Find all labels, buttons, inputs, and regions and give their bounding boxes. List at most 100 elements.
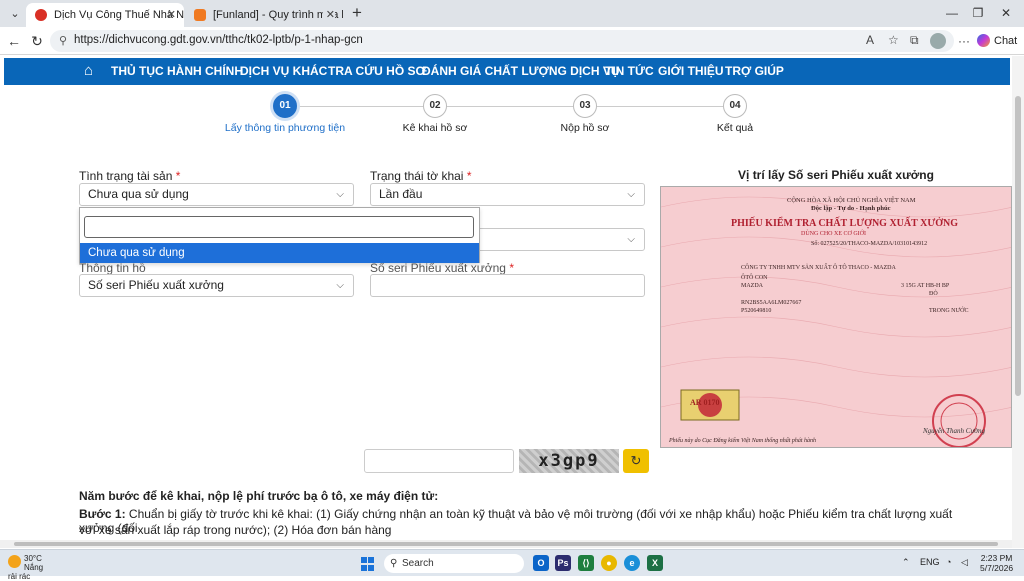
profile-avatar[interactable]: [930, 33, 946, 49]
tab-title: Dịch Vụ Công Thuế Nhà Nước: [54, 9, 184, 21]
cert-manufacturer: CÔNG TY TNHH MTV SẢN XUẤT Ô TÔ THACO - M…: [741, 265, 896, 271]
cert-chassis: RN2BS5AA6LM027667: [741, 300, 802, 306]
asset-status-label: Tình trạng tài sản *: [79, 169, 181, 183]
minimize-icon[interactable]: —: [940, 4, 964, 22]
step-3-circle: 03: [573, 94, 597, 118]
outlook-icon[interactable]: O: [533, 555, 549, 571]
home-icon[interactable]: ⌂: [84, 63, 100, 79]
step-2-label: Kê khai hồ sơ: [402, 122, 468, 134]
system-clock[interactable]: 2:23 PM 5/7/2026: [980, 553, 1013, 573]
serial-location-title: Vị trí lấy Số seri Phiếu xuất xưởng: [738, 168, 934, 182]
dropdown-option-chua-qua-su-dung[interactable]: Chưa qua sử dụng: [80, 243, 479, 263]
menu-item-tin-tuc[interactable]: TIN TỨC: [605, 64, 654, 78]
menu-item-thu-tuc[interactable]: THỦ TỤC HÀNH CHÍNH: [111, 64, 243, 78]
wifi-icon[interactable]: ◔: [946, 557, 951, 567]
horizontal-scrollbar[interactable]: [0, 540, 1012, 548]
excel-icon[interactable]: X: [647, 555, 663, 571]
chevron-down-icon: ⌵: [627, 189, 635, 200]
address-toolbar: ← ↻ ⚲ https://dichvucong.gdt.gov.vn/tthc…: [0, 27, 1024, 55]
chevron-down-icon: ⌵: [336, 280, 344, 291]
clock-date: 5/7/2026: [980, 563, 1014, 573]
tab-dichvucong[interactable]: Dịch Vụ Công Thuế Nhà Nước ✕: [26, 3, 184, 27]
edge-icon[interactable]: e: [624, 555, 640, 571]
info-type-label: Thông tin hồ: [79, 261, 146, 275]
vertical-scrollbar[interactable]: [1012, 56, 1024, 548]
serial-number-input[interactable]: [370, 274, 645, 297]
url-field[interactable]: ⚲ https://dichvucong.gdt.gov.vn/tthc/tk0…: [50, 30, 954, 52]
step-connector: [597, 106, 723, 107]
captcha-image: x3gp9: [519, 449, 619, 473]
photoshop-icon[interactable]: Ps: [555, 555, 571, 571]
page-viewport: ⌂ THỦ TỤC HÀNH CHÍNH DỊCH VỤ KHÁC TRA CỨ…: [0, 56, 1012, 548]
cert-header-2: Độc lập - Tự do - Hạnh phúc: [811, 205, 891, 212]
favorite-star-icon[interactable]: ☆: [888, 33, 899, 47]
chrome-icon[interactable]: ●: [601, 555, 617, 571]
menu-item-tro-giup[interactable]: TRỢ GIÚP: [725, 64, 784, 78]
asset-status-select[interactable]: Chưa qua sử dụng ⌵: [79, 183, 354, 206]
vscode-icon[interactable]: ⟨⟩: [578, 555, 594, 571]
cert-brand: MAZDA: [741, 283, 763, 289]
close-tab-icon[interactable]: ✕: [322, 3, 335, 27]
step-1-circle: 01: [273, 94, 297, 118]
menu-item-dich-vu-khac[interactable]: DỊCH VỤ KHÁC: [240, 64, 327, 78]
close-tab-icon[interactable]: ✕: [167, 3, 176, 27]
cert-subtitle: DÙNG CHO XE CƠ GIỚI: [801, 231, 866, 237]
certificate-image: CỘNG HÒA XÃ HỘI CHỦ NGHĨA VIỆT NAM Độc l…: [660, 186, 1012, 448]
info-type-value: Số seri Phiếu xuất xưởng: [88, 278, 224, 292]
cert-header-1: CỘNG HÒA XÃ HỘI CHỦ NGHĨA VIỆT NAM: [787, 197, 916, 204]
dropdown-search-input[interactable]: [84, 216, 474, 238]
asset-status-dropdown: Chưa qua sử dụng: [79, 207, 480, 263]
vn-emblem-icon: [35, 9, 47, 21]
step-connector: [298, 106, 423, 107]
step-2-circle: 02: [423, 94, 447, 118]
tab-actions-chevron-icon[interactable]: ⌄: [6, 5, 24, 23]
cert-stamp-code: AR 0170: [690, 398, 720, 407]
info-type-select[interactable]: Số seri Phiếu xuất xưởng ⌵: [79, 274, 354, 297]
captcha-input[interactable]: [364, 449, 514, 473]
captcha-refresh-icon[interactable]: ↻: [623, 449, 649, 473]
restore-icon[interactable]: ❐: [966, 4, 990, 22]
menu-item-gioi-thieu[interactable]: GIỚI THIỆU: [658, 64, 724, 78]
scrollbar-thumb[interactable]: [1015, 96, 1021, 396]
step-4-circle: 04: [723, 94, 747, 118]
serial-number-label: Số seri Phiếu xuất xưởng *: [370, 261, 514, 275]
cert-title: PHIẾU KIỂM TRA CHẤT LƯỢNG XUẤT XƯỞNG: [731, 218, 959, 229]
copilot-icon: [977, 34, 990, 47]
input-language[interactable]: ENG: [920, 557, 940, 567]
declaration-status-select[interactable]: Lần đầu ⌵: [370, 183, 645, 206]
reload-icon[interactable]: ↻: [27, 32, 47, 50]
menu-item-danh-gia[interactable]: ĐÁNH GIÁ CHẤT LƯỢNG DỊCH VỤ: [422, 64, 620, 78]
more-menu-icon[interactable]: ···: [954, 32, 974, 50]
weather-widget[interactable]: 30°C Nắng rải rác: [8, 554, 52, 581]
back-arrow-icon[interactable]: ←: [4, 32, 24, 50]
search-icon: ⚲: [390, 558, 398, 569]
cert-color: ĐỎ: [929, 291, 938, 297]
tray-chevron-icon[interactable]: ⌃: [902, 557, 910, 568]
new-tab-plus-icon[interactable]: +: [347, 3, 367, 23]
guide-heading: Năm bước để kê khai, nộp lệ phí trước bạ…: [79, 489, 439, 503]
search-label: Search: [402, 558, 434, 569]
windows-taskbar: 30°C Nắng rải rác ⚲ Search O Ps ⟨⟩ ● e X …: [0, 549, 1024, 581]
cert-serial-line: Số: 027525/20/THACO-MAZDA/10310143912: [811, 241, 928, 247]
extensions-icon[interactable]: ⧉: [910, 33, 919, 48]
step-1-label: Lấy thông tin phương tiện: [224, 122, 346, 134]
sun-icon: [8, 555, 21, 568]
close-window-icon[interactable]: ✕: [994, 4, 1018, 22]
windows-start-icon[interactable]: [361, 557, 375, 571]
taskbar-search[interactable]: ⚲ Search: [384, 554, 524, 573]
cert-signer: Nguyễn Thanh Cường: [923, 427, 985, 435]
cert-engine: P520649810: [741, 308, 772, 314]
cert-origin: TRONG NƯỚC: [929, 308, 969, 314]
step-4-label: Kết quả: [716, 122, 754, 134]
declaration-status-label: Trạng thái tờ khai *: [370, 169, 472, 183]
clock-time: 2:23 PM: [980, 553, 1013, 563]
menu-item-tra-cuu[interactable]: TRA CỨU HỒ SƠ: [328, 64, 426, 78]
read-aloud-icon[interactable]: A: [866, 33, 874, 47]
tab-funland[interactable]: [Funland] - Quy trình mua bán xe ✕: [185, 3, 343, 27]
volume-icon[interactable]: ◁: [961, 557, 968, 568]
copilot-chat-button[interactable]: Chat: [977, 31, 1021, 51]
main-menu-bar: ⌂ THỦ TỤC HÀNH CHÍNH DỊCH VỤ KHÁC TRA CỨ…: [4, 58, 1010, 85]
browser-tab-bar: ⌄ Dịch Vụ Công Thuế Nhà Nước ✕ [Funland]…: [0, 0, 1024, 27]
site-info-icon[interactable]: ⚲: [59, 34, 67, 47]
url-text: https://dichvucong.gdt.gov.vn/tthc/tk02-…: [74, 34, 363, 46]
